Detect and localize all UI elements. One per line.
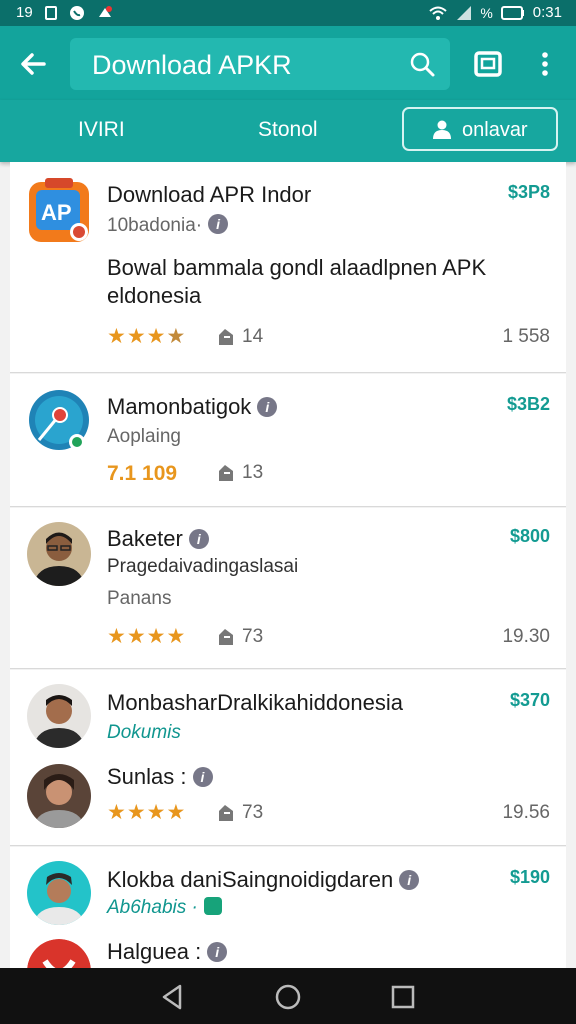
- info-icon[interactable]: i: [207, 942, 228, 962]
- more-button[interactable]: [530, 46, 560, 82]
- item-price: $3B2: [506, 394, 550, 414]
- download-icon: [219, 805, 233, 821]
- list-item[interactable]: Mamonbatigok i Aoplaing $3B2 7.1 109 13: [10, 374, 566, 507]
- star-rating: ★★★★: [107, 325, 187, 348]
- app-bar: Download APKR: [0, 26, 576, 100]
- item-subtitle: Pragedaivadingaslasai: [107, 556, 299, 577]
- more-vert-icon: [542, 52, 548, 76]
- item-subtitle: 10badonia· i: [107, 214, 229, 237]
- star-rating: ★★★★: [107, 625, 187, 648]
- item-description: Bowal bammala gondl alaadlpnen APK eldon…: [107, 255, 487, 308]
- item-count: 19.30: [502, 626, 550, 647]
- avatar: [27, 684, 91, 748]
- item-price: $800: [509, 526, 550, 546]
- whatsapp-icon: [69, 5, 84, 20]
- tab-1[interactable]: IVIRI: [78, 118, 125, 142]
- item-title-2: Halguea :i: [107, 939, 228, 965]
- downloads: 14: [216, 326, 263, 348]
- tabs-button[interactable]: [470, 46, 506, 82]
- system-nav-bar: [0, 968, 576, 1024]
- search-icon[interactable]: [408, 50, 436, 78]
- download-icon: [219, 629, 233, 645]
- battery-percent: %: [480, 4, 493, 21]
- nav-back-icon[interactable]: [158, 982, 188, 1012]
- wifi-icon: [429, 6, 448, 20]
- item-count: 19.56: [502, 802, 550, 823]
- item-subtitle-2: Panans: [107, 588, 172, 609]
- info-icon[interactable]: i: [208, 214, 229, 234]
- verified-badge-icon: [203, 897, 222, 915]
- tab-3-label: onlavar: [462, 119, 528, 141]
- battery-icon: [500, 5, 524, 20]
- info-icon[interactable]: i: [192, 767, 213, 787]
- item-title: Baketer i: [107, 526, 209, 552]
- sim-icon: [44, 5, 57, 20]
- item-count: 1 558: [502, 326, 550, 347]
- status-bar: 19 % 0:31: [0, 0, 576, 26]
- info-icon[interactable]: i: [399, 870, 420, 890]
- nav-recents-icon[interactable]: [388, 982, 418, 1012]
- downloads: 13: [216, 462, 263, 484]
- list-item[interactable]: AP Download APR Indor 10badonia· i Bowal …: [10, 162, 566, 373]
- tabs-icon: [474, 51, 502, 77]
- tab-3[interactable]: onlavar: [402, 107, 558, 151]
- list-item[interactable]: Klokba daniSaingnoidigdaren i Ab6habis · …: [10, 847, 566, 968]
- download-icon: [219, 465, 233, 481]
- avatar: [27, 861, 91, 925]
- star-rating: ★★★★: [107, 801, 187, 824]
- list-item[interactable]: Baketer i Pragedaivadingaslasai Panans $8…: [10, 508, 566, 669]
- notification-icon: [98, 5, 112, 17]
- item-subtitle: Ab6habis ·: [107, 897, 222, 919]
- user-icon: [433, 120, 451, 139]
- info-icon[interactable]: i: [188, 529, 209, 549]
- downloads: 73: [216, 802, 263, 824]
- item-price: $3P8: [507, 182, 550, 202]
- item-title: Klokba daniSaingnoidigdaren i: [107, 867, 420, 893]
- signal-icon: [457, 5, 472, 20]
- status-time-right: 0:31: [532, 4, 562, 21]
- nav-home-icon[interactable]: [273, 982, 303, 1012]
- svg-text:AP: AP: [41, 200, 72, 225]
- app-list: AP Download APR Indor 10badonia· i Bowal …: [10, 162, 566, 968]
- search-box[interactable]: Download APKR: [70, 38, 450, 90]
- avatar: [27, 522, 91, 586]
- status-time-left: 19: [16, 4, 33, 21]
- item-subtitle: Aoplaing: [107, 426, 181, 447]
- info-icon[interactable]: i: [257, 397, 278, 417]
- app-icon-red: [27, 939, 91, 968]
- item-title: Mamonbatigok i: [107, 394, 278, 420]
- item-price: $190: [509, 867, 550, 887]
- search-input[interactable]: Download APKR: [92, 50, 292, 81]
- item-title-2: Sunlas :i: [107, 764, 213, 790]
- back-button[interactable]: [14, 44, 54, 84]
- apk-app-icon: AP: [29, 178, 89, 242]
- back-arrow-icon: [21, 53, 46, 75]
- item-title: Download APR Indor: [107, 182, 312, 207]
- rating-number: 7.1 109: [107, 462, 178, 485]
- map-app-icon: [29, 390, 89, 450]
- downloads: 73: [216, 626, 263, 648]
- tab-2[interactable]: Stonol: [258, 118, 318, 142]
- item-title: MonbasharDralkikahiddonesia: [107, 690, 403, 715]
- item-subtitle: Dokumis: [107, 722, 181, 743]
- avatar: [27, 764, 91, 828]
- download-icon: [219, 329, 233, 345]
- tab-bar: IVIRI Stonol onlavar: [0, 100, 576, 162]
- item-price: $370: [509, 690, 550, 710]
- list-item[interactable]: MonbasharDralkikahiddonesia Dokumis Sunl…: [10, 670, 566, 846]
